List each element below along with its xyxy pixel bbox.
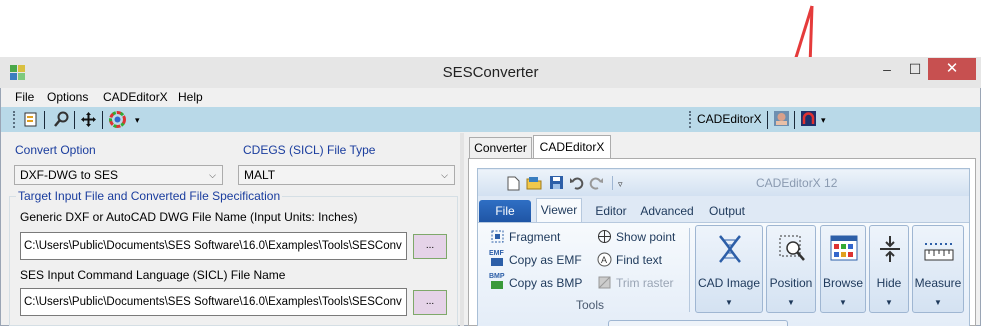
chevron-down-icon: ⌵ bbox=[209, 170, 216, 180]
cad-image-button[interactable]: CAD Image ▼ bbox=[695, 225, 763, 313]
dna-icon bbox=[719, 235, 741, 263]
copy-bmp-button[interactable]: Copy as BMP bbox=[509, 276, 582, 290]
qat-customize-icon[interactable]: ▿ bbox=[618, 179, 623, 190]
copy-emf-button[interactable]: Copy as EMF bbox=[509, 253, 582, 267]
menu-file[interactable]: File bbox=[15, 90, 34, 104]
menu-cadeditorx[interactable]: CADEditorX bbox=[103, 90, 168, 104]
new-file-icon[interactable] bbox=[507, 176, 520, 194]
chevron-down-icon: ⌵ bbox=[441, 170, 448, 180]
tools-group-label: Tools bbox=[576, 298, 605, 312]
tab-converter[interactable]: Converter bbox=[469, 137, 532, 158]
convert-option-value: DXF-DWG to SES bbox=[20, 168, 119, 182]
window-title: SESConverter bbox=[442, 64, 539, 81]
chevron-down-icon: ▼ bbox=[725, 298, 733, 307]
measure-label: Measure bbox=[914, 276, 962, 290]
zoom-icon[interactable] bbox=[52, 110, 71, 129]
ribbon-tab-editor[interactable]: Editor bbox=[589, 200, 633, 222]
ribbon-tab-advanced[interactable]: Advanced bbox=[639, 200, 695, 222]
tab-cadeditorx[interactable]: CADEditorX bbox=[533, 135, 611, 159]
open-folder-icon[interactable] bbox=[526, 175, 543, 194]
toolbar-separator bbox=[794, 111, 795, 129]
color-wheel-icon[interactable] bbox=[108, 110, 127, 129]
toolbar-grip[interactable] bbox=[13, 111, 18, 128]
toolbar bbox=[1, 107, 980, 132]
chevron-down-icon: ▼ bbox=[885, 298, 893, 307]
qat-separator bbox=[612, 176, 613, 190]
cadeditorx-title: CADEditorX 12 bbox=[756, 176, 838, 190]
ribbon-group-separator bbox=[689, 228, 690, 312]
measure-button[interactable]: Measure ▼ bbox=[912, 225, 964, 313]
convert-option-label: Convert Option bbox=[15, 143, 96, 157]
find-text-icon: A bbox=[597, 252, 612, 270]
svg-text:A: A bbox=[601, 255, 607, 265]
chevron-down-icon: ▼ bbox=[934, 298, 942, 307]
ribbon-tab-file[interactable]: File bbox=[479, 200, 531, 222]
cadeditorx-toolbar-label: CADEditorX bbox=[697, 112, 762, 126]
browse-label: Browse bbox=[822, 276, 863, 290]
trim-raster-icon bbox=[597, 275, 612, 293]
bmp-tag-icon: BMP bbox=[489, 273, 505, 280]
toolbar-separator bbox=[74, 111, 75, 129]
undo-icon[interactable] bbox=[569, 175, 584, 193]
hide-icon bbox=[880, 236, 900, 262]
open-file-icon[interactable] bbox=[21, 110, 40, 129]
fragment-icon bbox=[490, 229, 505, 247]
toolbar-overflow-icon[interactable]: ▾ bbox=[135, 115, 140, 126]
find-text-button[interactable]: Find text bbox=[616, 253, 662, 267]
copy-emf-icon bbox=[491, 258, 503, 266]
chevron-down-icon: ▼ bbox=[839, 298, 847, 307]
show-point-button[interactable]: Show point bbox=[616, 230, 675, 244]
trim-raster-button: Trim raster bbox=[616, 276, 674, 290]
file-type-value: MALT bbox=[244, 168, 276, 182]
chevron-down-icon: ▼ bbox=[787, 298, 795, 307]
menu-help[interactable]: Help bbox=[178, 90, 203, 104]
cad-editor-icon[interactable] bbox=[799, 109, 818, 128]
hide-button[interactable]: Hide ▼ bbox=[869, 225, 909, 313]
toolbar-separator bbox=[767, 111, 768, 129]
toolbar-grip[interactable] bbox=[689, 111, 694, 128]
save-icon[interactable] bbox=[549, 175, 564, 193]
ribbon-tab-viewer[interactable]: Viewer bbox=[536, 198, 582, 223]
toolbar-separator bbox=[44, 111, 45, 129]
input-file-label: Generic DXF or AutoCAD DWG File Name (In… bbox=[20, 210, 358, 224]
copy-bmp-icon bbox=[491, 281, 503, 289]
input-file-field[interactable]: C:\Users\Public\Documents\SES Software\1… bbox=[20, 232, 407, 260]
browse-button[interactable]: Browse ▼ bbox=[820, 225, 866, 313]
group-title: Target Input File and Converted File Spe… bbox=[16, 189, 283, 203]
close-button[interactable]: ✕ bbox=[928, 58, 976, 80]
cad-viewer-icon[interactable] bbox=[772, 109, 791, 128]
panel-splitter[interactable] bbox=[460, 133, 464, 326]
toolbar-overflow-icon[interactable]: ▾ bbox=[821, 115, 826, 126]
menu-options[interactable]: Options bbox=[47, 90, 88, 104]
position-icon bbox=[779, 235, 805, 261]
ribbon-tab-output[interactable]: Output bbox=[704, 200, 750, 222]
hide-label: Hide bbox=[876, 276, 902, 290]
redo-icon[interactable] bbox=[589, 175, 604, 193]
output-file-field[interactable]: C:\Users\Public\Documents\SES Software\1… bbox=[20, 288, 407, 316]
input-browse-button[interactable]: ... bbox=[413, 234, 447, 259]
show-point-icon bbox=[597, 229, 612, 247]
file-type-select[interactable]: MALT ⌵ bbox=[238, 165, 455, 185]
fragment-button[interactable]: Fragment bbox=[509, 230, 560, 244]
move-icon[interactable] bbox=[79, 110, 98, 129]
file-type-label: CDEGS (SICL) File Type bbox=[243, 143, 376, 157]
position-button[interactable]: Position ▼ bbox=[766, 225, 816, 313]
output-browse-button[interactable]: ... bbox=[413, 290, 447, 315]
ruler-icon bbox=[924, 243, 954, 261]
browse-icon bbox=[830, 235, 858, 261]
position-label: Position bbox=[769, 276, 813, 290]
horizontal-scrollbar[interactable] bbox=[608, 320, 788, 326]
output-file-label: SES Input Command Language (SICL) File N… bbox=[20, 268, 286, 282]
toolbar-separator bbox=[102, 111, 103, 129]
emf-tag-icon: EMF bbox=[489, 250, 504, 257]
convert-option-select[interactable]: DXF-DWG to SES ⌵ bbox=[14, 165, 223, 185]
cad-image-label: CAD Image bbox=[697, 276, 761, 290]
